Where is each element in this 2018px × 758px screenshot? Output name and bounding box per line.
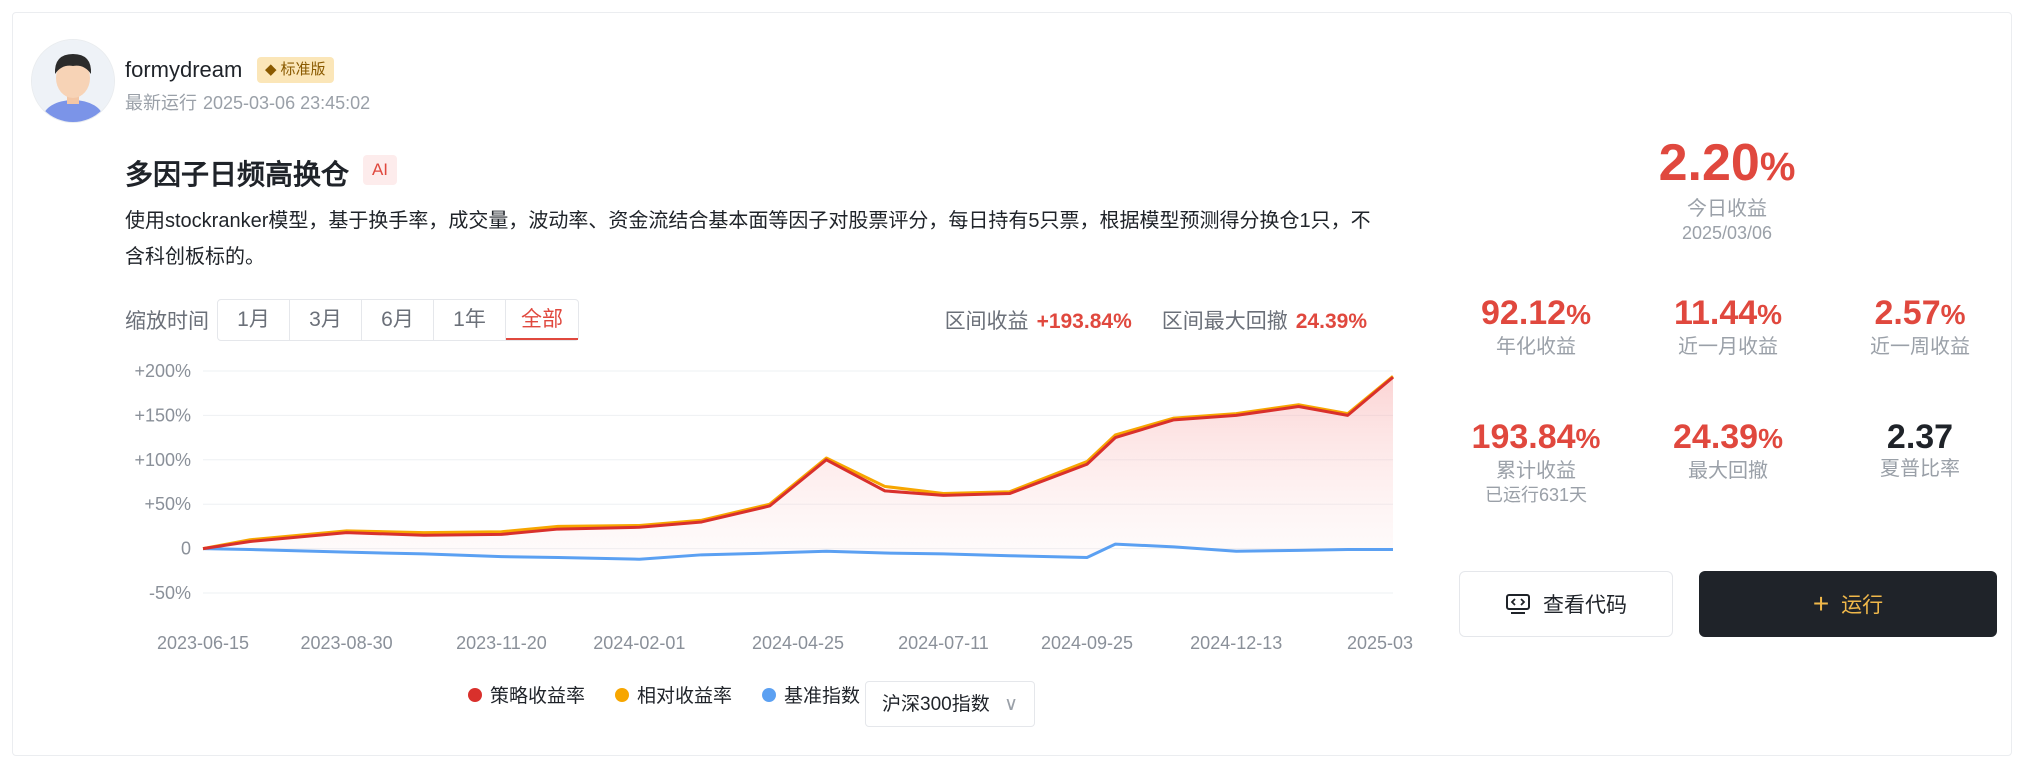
- view-code-button[interactable]: 查看代码: [1459, 571, 1673, 637]
- avatar[interactable]: [31, 39, 115, 123]
- today-return-date: 2025/03/06: [1681, 223, 1773, 243]
- legend-strategy-dot: [468, 687, 482, 702]
- chart-legend: 策略收益率 相对收益率 基准指数: [468, 681, 890, 708]
- x-tick-label: 2024-12-13: [1190, 633, 1282, 653]
- y-tick-label: +100%: [134, 450, 191, 470]
- y-tick-label: +200%: [134, 361, 191, 381]
- x-tick-label: 2024-04-25: [752, 633, 844, 653]
- legend-benchmark[interactable]: 基准指数: [762, 681, 860, 708]
- y-tick-label: 0: [181, 539, 191, 559]
- today-return-value: 2.20%: [1627, 133, 1827, 197]
- stat-week: 2.57% 近一周收益: [1825, 293, 2015, 359]
- stat-annualized-label: 年化收益: [1496, 336, 1576, 358]
- strategy-description: 使用stockranker模型，基于换手率，成交量，波动率、资金流结合基本面等因…: [125, 210, 1371, 268]
- x-tick-label: 2024-09-25: [1041, 633, 1133, 653]
- today-return-label: 今日收益: [1687, 198, 1767, 220]
- range-return-label: 区间收益: [944, 310, 1029, 333]
- stat-annualized-value: 92.12: [1481, 294, 1567, 332]
- legend-benchmark-label: 基准指数: [784, 686, 861, 707]
- view-code-label: 查看代码: [1543, 594, 1627, 617]
- range-return-value: +193.84: [1036, 310, 1114, 333]
- strategy-card: formydream ◆ 标准版 最新运行 2025-03-06 23:45:02…: [12, 12, 2012, 756]
- stat-cumulative-pct: %: [1575, 423, 1601, 454]
- run-button[interactable]: + 运行: [1699, 571, 1997, 637]
- stat-month-label: 近一月收益: [1678, 336, 1778, 358]
- plan-badge: ◆ 标准版: [257, 57, 334, 83]
- stat-sharpe: 2.37 夏普比率: [1825, 417, 2015, 481]
- today-pct: %: [1759, 145, 1796, 189]
- stat-max-drawdown-value: 24.39: [1673, 418, 1759, 456]
- stat-cumulative-label: 累计收益: [1496, 460, 1576, 482]
- returns-chart[interactable]: +200% +150% +100% +50% 0 -50% 2023-06-15 2023-0…: [113, 353, 1413, 663]
- ai-tag: AI: [363, 155, 397, 185]
- range-return: 区间收益 +193.84%: [945, 305, 1132, 335]
- x-tick-label: 2023-11-20: [456, 633, 547, 653]
- diamond-icon: ◆: [265, 61, 277, 78]
- benchmark-select-value: 沪深300指数: [882, 694, 990, 715]
- code-icon: [1506, 594, 1530, 614]
- strategy-title: 多因子日频高换仓: [125, 159, 350, 190]
- legend-benchmark-dot: [762, 687, 777, 702]
- zoom-tabs: 1月 3月 6月 1年 全部: [217, 299, 579, 341]
- stat-month: 11.44% 近一月收益: [1633, 293, 1823, 359]
- stat-week-value: 2.57: [1874, 294, 1941, 332]
- plus-icon: +: [1812, 588, 1830, 619]
- run-label: 运行: [1841, 594, 1884, 617]
- zoom-tab-6m[interactable]: 6月: [362, 300, 434, 340]
- stat-cumulative-days: 已运行631天: [1484, 485, 1588, 505]
- range-stats: 区间收益 +193.84% 区间最大回撤 24.39%: [945, 305, 1367, 335]
- zoom-tab-1y[interactable]: 1年: [434, 300, 506, 340]
- stat-sharpe-value: 2.37: [1886, 418, 1954, 456]
- legend-relative[interactable]: 相对收益率: [615, 681, 732, 708]
- last-run-time: 2025-03-06 23:45:02: [203, 93, 371, 113]
- range-drawdown-value: 24.39: [1295, 310, 1349, 333]
- today-return: 2.20% 今日收益 2025/03/06: [1627, 133, 1827, 245]
- x-tick-label: 2025-03-06: [1347, 633, 1413, 653]
- y-tick-label: +150%: [134, 405, 191, 425]
- stat-week-label: 近一周收益: [1870, 336, 1970, 358]
- today-value: 2.20: [1658, 134, 1760, 192]
- stat-month-value: 11.44: [1673, 294, 1758, 332]
- last-run: 最新运行 2025-03-06 23:45:02: [125, 89, 370, 115]
- range-drawdown-pct: %: [1348, 310, 1367, 333]
- stat-max-drawdown-pct: %: [1758, 423, 1783, 454]
- chevron-down-icon: ∨: [1004, 694, 1018, 715]
- legend-relative-label: 相对收益率: [637, 686, 733, 707]
- zoom-label: 缩放时间: [125, 310, 209, 333]
- y-tick-label: +50%: [144, 494, 191, 514]
- stat-month-pct: %: [1757, 299, 1783, 330]
- legend-relative-dot: [615, 687, 630, 702]
- x-tick-label: 2023-08-30: [301, 633, 393, 653]
- legend-strategy[interactable]: 策略收益率: [468, 681, 585, 708]
- range-return-pct: %: [1113, 310, 1132, 333]
- zoom-tab-3m[interactable]: 3月: [290, 300, 362, 340]
- x-tick-label: 2024-07-11: [898, 633, 989, 653]
- stat-max-drawdown-label: 最大回撤: [1688, 460, 1768, 482]
- zoom-tab-1m[interactable]: 1月: [218, 300, 290, 340]
- range-drawdown: 区间最大回撤 24.39%: [1162, 305, 1367, 335]
- username[interactable]: formydream: [125, 57, 242, 83]
- x-tick-label: 2024-02-01: [593, 633, 685, 653]
- stat-week-pct: %: [1940, 299, 1966, 330]
- stat-max-drawdown: 24.39% 最大回撤: [1633, 417, 1823, 483]
- stat-annualized: 92.12% 年化收益: [1441, 293, 1631, 359]
- stat-sharpe-label: 夏普比率: [1880, 458, 1960, 480]
- plan-badge-label: 标准版: [280, 61, 326, 78]
- stat-cumulative: 193.84% 累计收益 已运行631天: [1441, 417, 1631, 507]
- last-run-label: 最新运行: [125, 93, 197, 113]
- y-tick-label: -50%: [149, 583, 191, 603]
- x-tick-label: 2023-06-15: [157, 633, 249, 653]
- stat-cumulative-value: 193.84: [1471, 418, 1576, 456]
- stat-annualized-pct: %: [1566, 299, 1591, 330]
- legend-strategy-label: 策略收益率: [490, 686, 586, 707]
- benchmark-select[interactable]: 沪深300指数 ∨: [865, 681, 1035, 727]
- zoom-tab-all[interactable]: 全部: [506, 300, 578, 340]
- range-drawdown-label: 区间最大回撤: [1161, 310, 1288, 333]
- avatar-image: [32, 40, 114, 122]
